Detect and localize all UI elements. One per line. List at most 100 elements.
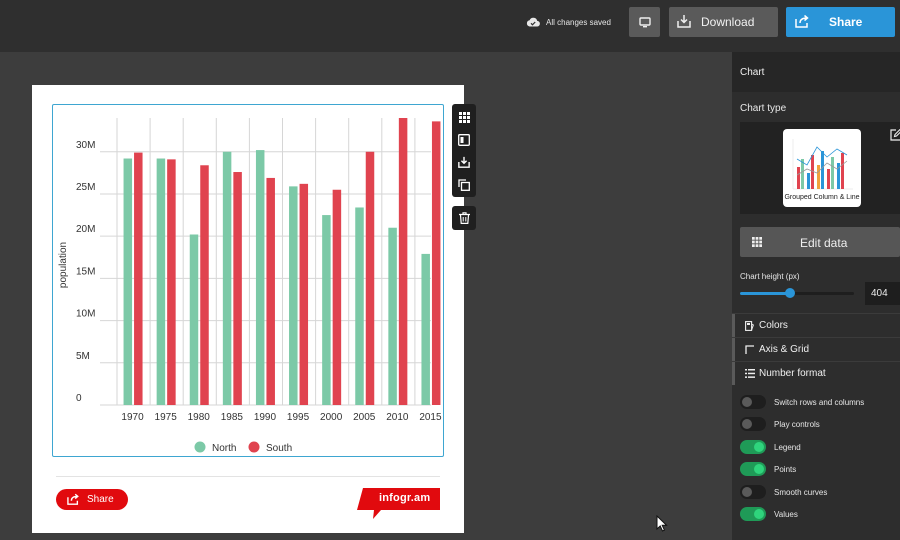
smooth-curves-toggle[interactable] — [740, 485, 766, 499]
bar-north — [355, 207, 364, 405]
bar-south — [167, 159, 176, 405]
block-delete-button[interactable] — [452, 206, 476, 230]
y-tick-label: 20M — [76, 224, 95, 235]
toggle-label: Legend — [774, 443, 801, 452]
x-tick-label: 2015 — [419, 412, 442, 423]
edit-icon[interactable] — [890, 129, 900, 141]
x-tick-label: 1980 — [188, 412, 211, 423]
y-tick-label: 10M — [76, 309, 95, 320]
y-tick-label: 5M — [76, 351, 90, 362]
block-toolbar — [452, 104, 476, 197]
toggle-label: Points — [774, 465, 797, 474]
bar-north — [322, 215, 331, 405]
x-tick-label: 1975 — [155, 412, 178, 423]
bar-south — [431, 121, 441, 406]
download-label: Download — [701, 15, 755, 29]
x-tick-label: 1990 — [254, 412, 277, 423]
chart-block[interactable]: 0 5M 10M 15M 20M 25M 30M population 1970 1975 1980… — [52, 104, 444, 457]
bar-south — [299, 183, 309, 405]
block-duplicate-button[interactable] — [452, 174, 476, 196]
x-tick-label: 2010 — [386, 412, 409, 423]
legend-marker — [248, 441, 260, 453]
section-colors-label: Colors — [759, 320, 788, 331]
responsive-icon — [458, 134, 470, 146]
chart-height-value: 404 — [871, 288, 888, 299]
toggle-row: Smooth curves — [740, 485, 900, 501]
share-icon — [67, 493, 79, 505]
download-icon — [458, 156, 470, 168]
toggle-row: Legend — [740, 440, 900, 456]
chart-thumbnail-icon — [792, 139, 853, 190]
switch-rows-columns-toggle[interactable] — [740, 395, 766, 409]
share-label: Share — [829, 15, 863, 29]
bar-south — [398, 118, 408, 405]
legend-label: South — [266, 443, 292, 454]
values-toggle[interactable] — [740, 507, 766, 521]
chart-type-thumbnail[interactable]: Grouped Column & Line — [783, 129, 861, 207]
duplicate-icon — [458, 179, 470, 191]
monitor-icon — [638, 16, 651, 27]
grid-icon — [752, 237, 762, 247]
panel-header: Chart — [732, 52, 900, 92]
brand-label: infogr.am — [379, 492, 431, 504]
card-divider — [56, 476, 440, 477]
section-accent — [732, 314, 735, 337]
points-toggle[interactable] — [740, 462, 766, 476]
bar-north — [289, 186, 298, 405]
embed-share-button[interactable]: Share — [56, 489, 128, 510]
bar-north — [189, 234, 199, 405]
bar-south — [200, 165, 209, 405]
palette-icon — [745, 321, 754, 331]
section-number-format[interactable]: Number format — [732, 361, 900, 385]
bar-north — [222, 151, 232, 405]
bar-north — [123, 158, 133, 405]
preview-button[interactable] — [629, 7, 660, 37]
edit-data-button[interactable]: Edit data — [740, 227, 900, 257]
y-tick-label: 25M — [76, 182, 95, 193]
bar-south — [134, 152, 143, 405]
y-axis-label: population — [58, 242, 69, 288]
block-responsive-button[interactable] — [452, 129, 476, 151]
download-button[interactable]: Download — [669, 7, 778, 37]
x-tick-label: 2000 — [320, 412, 343, 423]
x-tick-label: 2005 — [353, 412, 376, 423]
chart-height-slider-fill — [740, 292, 791, 295]
section-colors[interactable]: Colors — [732, 313, 900, 337]
y-tick-label: 15M — [76, 266, 95, 277]
mouse-cursor-icon — [656, 515, 668, 532]
chart-type-selector: Grouped Column & Line — [740, 122, 900, 214]
bar-south — [233, 172, 242, 405]
legend-marker — [194, 441, 206, 453]
legend-toggle[interactable] — [740, 440, 766, 454]
section-accent — [732, 362, 735, 385]
chart-type-label: Chart type — [740, 103, 787, 114]
legend-label: North — [212, 443, 236, 454]
infographic-card: 0 5M 10M 15M 20M 25M 30M population 1970 1975 1980… — [32, 85, 464, 533]
toggle-label: Smooth curves — [774, 488, 828, 497]
trash-icon — [458, 212, 470, 224]
chart-height-label: Chart height (px) — [740, 272, 800, 281]
cloud-check-icon — [526, 17, 540, 27]
infogram-logo[interactable]: infogr.am — [357, 488, 440, 521]
section-axis-grid-label: Axis & Grid — [759, 344, 810, 355]
panel-title: Chart — [740, 67, 765, 78]
x-tick-label: 1995 — [287, 412, 310, 423]
save-status-text: All changes saved — [546, 17, 611, 27]
top-bar: All changes saved Download Share — [0, 0, 900, 52]
toggle-label: Switch rows and columns — [774, 398, 865, 407]
chart-height-slider-handle[interactable] — [785, 288, 796, 298]
grid-icon — [458, 111, 470, 123]
x-tick-label: 1985 — [221, 412, 244, 423]
section-axis-grid[interactable]: Axis & Grid — [732, 337, 900, 361]
play-controls-toggle[interactable] — [740, 417, 766, 431]
save-status: All changes saved — [526, 14, 611, 30]
embed-share-label: Share — [87, 494, 114, 505]
bar-north — [255, 150, 265, 405]
toggle-row: Points — [740, 462, 900, 478]
block-download-button[interactable] — [452, 151, 476, 173]
chart-type-name: Grouped Column & Line — [784, 194, 860, 201]
block-grid-button[interactable] — [452, 106, 476, 128]
share-button[interactable]: Share — [786, 7, 895, 37]
chart-height-input[interactable]: 404 — [865, 282, 900, 305]
bar-north — [421, 253, 430, 405]
